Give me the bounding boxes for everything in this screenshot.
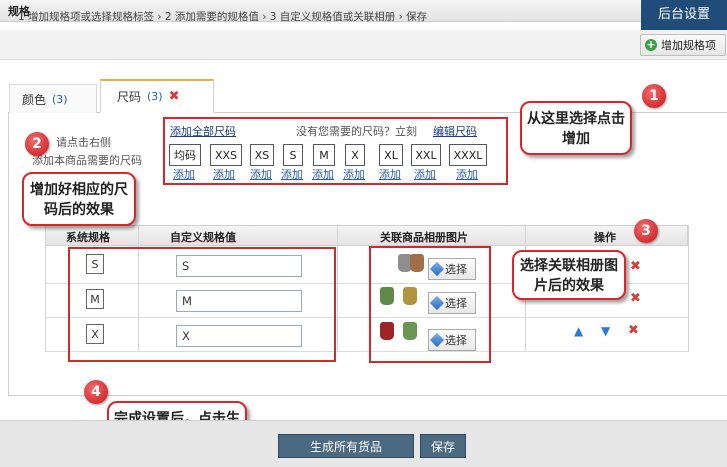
steps-bar bbox=[0, 30, 727, 60]
column-header: 自定义规格值 bbox=[170, 231, 236, 244]
steps-breadcrumb: 1 增加规格项或选择规格标签 › 2 添加需要的规格值 › 3 自定义规格值或关… bbox=[18, 11, 428, 23]
table-divider bbox=[45, 225, 46, 352]
plus-icon: + bbox=[645, 38, 657, 51]
tab-size-label: 尺码 bbox=[117, 90, 142, 104]
step-number-1: 1 bbox=[642, 84, 666, 108]
step-number-3: 3 bbox=[634, 219, 658, 243]
delete-icon[interactable]: ✖ bbox=[628, 323, 639, 338]
step-number-4: 4 bbox=[84, 380, 108, 404]
generate-all-goods-button[interactable]: 生成所有货品 bbox=[278, 434, 414, 458]
delete-icon[interactable]: ✖ bbox=[630, 291, 641, 306]
table-divider bbox=[688, 225, 689, 352]
callout-step-2: 增加好相应的尺码后的效果 bbox=[22, 172, 136, 226]
hint-line-2: 添加本商品需要的尺码 bbox=[32, 154, 142, 167]
callout-step-3: 选择关联相册图片后的效果 bbox=[512, 250, 626, 300]
tab-color-count: (3) bbox=[52, 92, 68, 106]
add-spec-label: 增加规格项 bbox=[661, 39, 716, 52]
table-header bbox=[45, 225, 688, 246]
tab-size-count: (3) bbox=[147, 90, 163, 103]
column-header: 系统规格 bbox=[66, 231, 110, 244]
add-spec-button[interactable]: + 增加规格项 bbox=[640, 34, 726, 56]
highlight-album-images bbox=[369, 246, 491, 363]
delete-icon[interactable]: ✖ bbox=[630, 259, 641, 274]
step-number-2: 2 bbox=[25, 132, 49, 156]
column-header: 操作 bbox=[594, 231, 616, 244]
move-up-icon[interactable]: ▲ bbox=[574, 324, 583, 338]
highlight-size-picker bbox=[163, 117, 508, 185]
tab-color-label: 颜色 bbox=[22, 92, 47, 107]
column-header: 关联商品相册图片 bbox=[380, 231, 468, 244]
admin-settings-button[interactable]: 后台设置 bbox=[641, 0, 727, 30]
save-button[interactable]: 保存 bbox=[420, 434, 466, 458]
tab-size[interactable]: 尺码 (3) ✖ bbox=[100, 79, 214, 113]
callout-step-1: 从这里选择点击增加 bbox=[520, 101, 632, 155]
tab-color[interactable]: 颜色 (3) bbox=[9, 84, 97, 113]
hint-line-1: 请点击右侧 bbox=[56, 136, 111, 149]
table-divider bbox=[337, 225, 338, 352]
highlight-spec-rows bbox=[68, 247, 336, 362]
close-icon[interactable]: ✖ bbox=[169, 89, 180, 104]
move-down-icon[interactable]: ▼ bbox=[601, 324, 610, 338]
